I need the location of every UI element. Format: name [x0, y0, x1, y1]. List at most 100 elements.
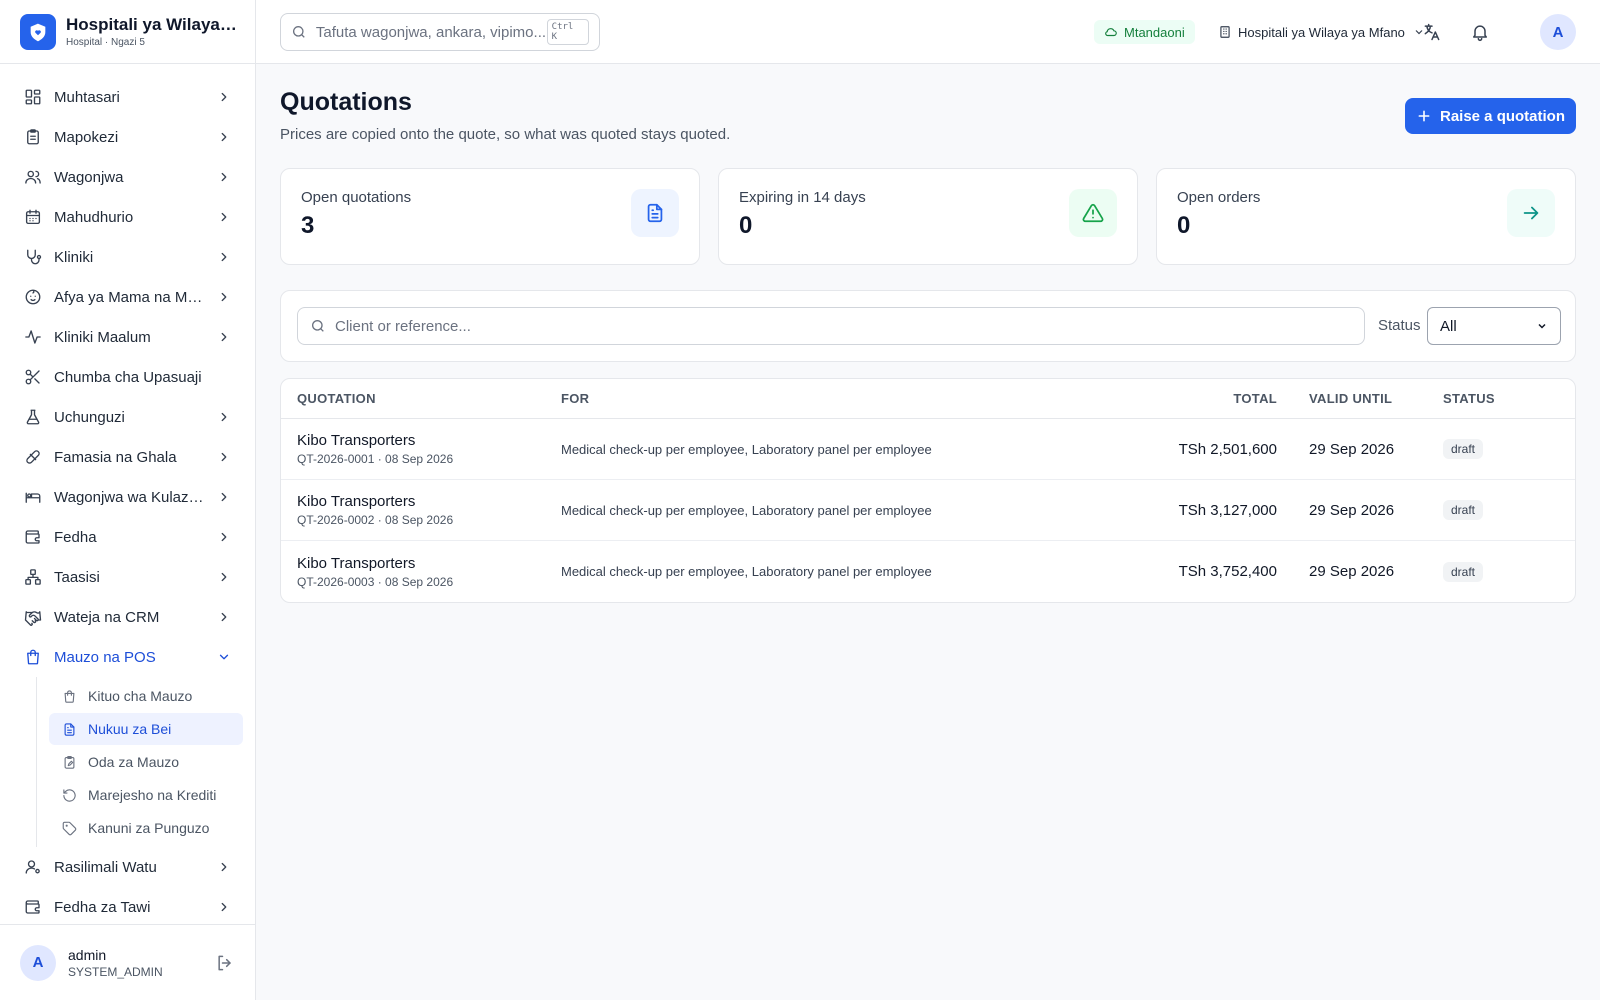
sidebar-item-kliniki-maalum[interactable]: Kliniki Maalum	[0, 317, 255, 357]
stat-value: 0	[1177, 212, 1191, 239]
chevron-down-icon	[217, 650, 231, 664]
page-title: Quotations	[280, 88, 412, 116]
pill-icon	[24, 448, 42, 466]
sidebar-item-uchunguzi[interactable]: Uchunguzi	[0, 397, 255, 437]
quotation-reference: QT-2026-0002 · 08 Sep 2026	[297, 513, 454, 527]
sidebar-item-mapokezi[interactable]: Mapokezi	[0, 117, 255, 157]
rotate-ccw-icon	[62, 788, 77, 803]
logout-icon[interactable]	[215, 953, 235, 973]
quotations-table: QUOTATION FOR TOTAL VALID UNTIL STATUS K…	[280, 378, 1576, 603]
sidebar-item-fedha-za-tawi[interactable]: Fedha za Tawi	[0, 887, 255, 927]
sidebar-item-label: Rasilimali Watu	[54, 858, 157, 876]
user-avatar[interactable]: A	[20, 944, 56, 981]
client-search-placeholder: Client or reference...	[335, 317, 471, 335]
stat-label: Expiring in 14 days	[739, 189, 866, 206]
submenu-item-marejesho-na-krediti[interactable]: Marejesho na Krediti	[49, 779, 243, 811]
sidebar-item-wateja-na-crm[interactable]: Wateja na CRM	[0, 597, 255, 637]
stethoscope-icon	[24, 248, 42, 266]
profile-avatar[interactable]: A	[1540, 14, 1576, 50]
clipboard-icon	[24, 128, 42, 146]
sidebar-item-mahudhurio[interactable]: Mahudhurio	[0, 197, 255, 237]
quotation-reference: QT-2026-0001 · 08 Sep 2026	[297, 452, 454, 466]
submenu-item-kituo-cha-mauzo[interactable]: Kituo cha Mauzo	[49, 680, 243, 712]
translate-icon[interactable]	[1422, 22, 1442, 42]
global-search-input[interactable]: Tafuta wagonjwa, ankara, vipimo... Ctrl …	[280, 13, 600, 51]
raise-quotation-label: Raise a quotation	[1439, 107, 1566, 125]
building-icon	[1220, 26, 1230, 38]
raise-quotation-button[interactable]: Raise a quotation	[1405, 98, 1576, 134]
sidebar-item-afya-ya-mama-na-mtoto[interactable]: Afya ya Mama na Mtoto	[0, 277, 255, 317]
user-name: admin	[68, 946, 107, 963]
sidebar-item-label: Mapokezi	[54, 128, 119, 146]
online-status-badge: Mtandaoni	[1094, 20, 1195, 44]
table-row[interactable]: Kibo Transporters QT-2026-0002 · 08 Sep 2…	[281, 480, 1575, 541]
submenu-item-nukuu-za-bei[interactable]: Nukuu za Bei	[49, 713, 243, 745]
sidebar-item-kliniki[interactable]: Kliniki	[0, 237, 255, 277]
facility-label: Hospitali ya Wilaya ya Mfano	[1238, 24, 1405, 40]
chevron-right-icon	[217, 610, 231, 624]
sidebar-item-fedha[interactable]: Fedha	[0, 517, 255, 557]
quotation-items: Medical check-up per employee, Laborator…	[561, 564, 932, 579]
shopping-bag-icon	[62, 689, 77, 704]
topbar: Tafuta wagonjwa, ankara, vipimo... Ctrl …	[256, 0, 1600, 64]
stat-card: Expiring in 14 days 0	[718, 168, 1138, 265]
header-total[interactable]: TOTAL	[1021, 391, 1277, 406]
quotation-reference: QT-2026-0003 · 08 Sep 2026	[297, 574, 454, 589]
status-select[interactable]: All	[1427, 307, 1561, 345]
brand-header[interactable]: Hospitali ya Wilaya ya Mfano Hospital · …	[0, 0, 255, 64]
sidebar-item-mauzo-na-pos[interactable]: Mauzo na POS	[0, 637, 255, 677]
table-body: Kibo Transporters QT-2026-0001 · 08 Sep 2…	[281, 419, 1575, 602]
chevron-down-icon	[1538, 323, 1546, 329]
file-text-icon	[631, 189, 679, 237]
online-label: Mtandaoni	[1124, 24, 1185, 40]
sidebar-item-label: Fedha	[54, 528, 97, 546]
alert-triangle-icon	[1069, 189, 1117, 237]
quotation-valid-until: 29 Sep 2026	[1309, 501, 1395, 519]
bell-icon[interactable]	[1470, 22, 1490, 42]
header-status[interactable]: STATUS	[1443, 391, 1575, 406]
users-icon	[24, 168, 42, 186]
sidebar-item-muhtasari[interactable]: Muhtasari	[0, 77, 255, 117]
sales-submenu: Kituo cha Mauzo Nukuu za Bei Oda za Mauzo M…	[36, 677, 255, 847]
brand-subtitle: Hospital · Ngazi 5	[66, 37, 145, 48]
client-search-input[interactable]: Client or reference...	[297, 307, 1365, 345]
sidebar-item-label: Wateja na CRM	[54, 608, 160, 626]
submenu-item-kanuni-za-punguzo[interactable]: Kanuni za Punguzo	[49, 812, 243, 844]
chevron-right-icon	[217, 90, 231, 104]
search-icon	[292, 26, 305, 38]
sidebar-item-wagonjwa-wa-kulazwa[interactable]: Wagonjwa wa Kulazwa	[0, 477, 255, 517]
sidebar-item-rasilimali-watu[interactable]: Rasilimali Watu	[0, 847, 255, 887]
network-icon	[24, 568, 42, 586]
sidebar-item-label: Famasia na Ghala	[54, 448, 177, 466]
quotation-client[interactable]: Kibo Transporters	[297, 432, 561, 449]
sidebar-item-label: Muhtasari	[54, 88, 120, 106]
sidebar-item-chumba-cha-upasuaji[interactable]: Chumba cha Upasuaji	[0, 357, 255, 397]
quotation-items: Medical check-up per employee, Laborator…	[561, 502, 932, 518]
sidebar-item-taasisi[interactable]: Taasisi	[0, 557, 255, 597]
wallet-icon	[24, 528, 42, 546]
quotation-client[interactable]: Kibo Transporters	[297, 555, 561, 572]
page-subtitle: Prices are copied onto the quote, so wha…	[280, 126, 731, 143]
chevron-right-icon	[217, 450, 231, 464]
table-row[interactable]: Kibo Transporters QT-2026-0001 · 08 Sep 2…	[281, 419, 1575, 480]
quotation-valid-until: 29 Sep 2026	[1309, 440, 1395, 458]
submenu-item-oda-za-mauzo[interactable]: Oda za Mauzo	[49, 746, 243, 778]
header-valid-until[interactable]: VALID UNTIL	[1277, 391, 1443, 406]
facility-selector[interactable]: Hospitali ya Wilaya ya Mfano	[1218, 20, 1425, 44]
sidebar-item-wagonjwa[interactable]: Wagonjwa	[0, 157, 255, 197]
heart-logo-icon	[20, 13, 56, 50]
status-filter-label: Status	[1378, 317, 1421, 334]
clipboard-edit-icon	[62, 755, 77, 770]
header-for[interactable]: FOR	[561, 391, 1021, 406]
quotation-client[interactable]: Kibo Transporters	[297, 493, 561, 510]
header-quotation[interactable]: QUOTATION	[281, 391, 561, 406]
sidebar-item-famasia-na-ghala[interactable]: Famasia na Ghala	[0, 437, 255, 477]
table-row[interactable]: Kibo Transporters QT-2026-0003 · 08 Sep 2…	[281, 541, 1575, 602]
chevron-right-icon	[217, 570, 231, 584]
scissors-icon	[24, 368, 42, 386]
sidebar-item-label: Kliniki Maalum	[54, 328, 151, 346]
submenu-item-label: Kanuni za Punguzo	[88, 820, 210, 836]
user-role: SYSTEM_ADMIN	[68, 964, 163, 979]
chevron-right-icon	[217, 530, 231, 544]
sidebar-item-label: Fedha za Tawi	[54, 898, 151, 916]
